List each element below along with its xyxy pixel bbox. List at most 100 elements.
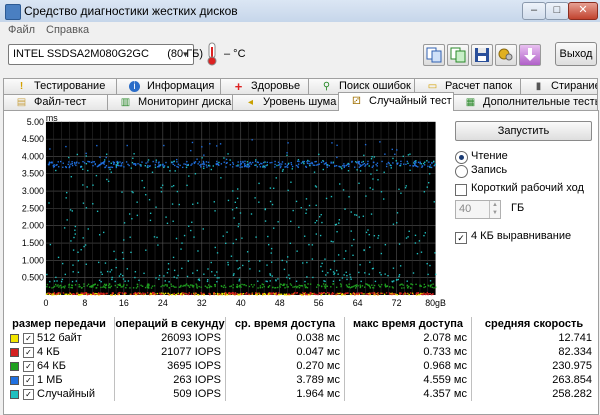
point-random bbox=[103, 159, 106, 161]
point-64kb bbox=[241, 283, 243, 286]
point-4kb bbox=[432, 293, 434, 295]
write-radio[interactable] bbox=[455, 165, 468, 178]
point-1mb bbox=[316, 164, 318, 166]
point-64kb bbox=[340, 285, 342, 288]
tab-random-access[interactable]: ⚂ Случайный тест bbox=[338, 92, 454, 111]
point-64kb bbox=[403, 287, 405, 289]
point-512b bbox=[45, 293, 48, 295]
options-button[interactable] bbox=[495, 44, 517, 66]
point-random bbox=[415, 160, 417, 162]
point-random bbox=[402, 155, 404, 158]
point-4kb bbox=[173, 292, 176, 295]
tab-info[interactable]: i Информация bbox=[116, 78, 222, 94]
point-1mb bbox=[239, 164, 242, 166]
x-tick-label: 48 bbox=[275, 298, 285, 308]
menu-help[interactable]: Справка bbox=[46, 24, 89, 36]
point-1mb bbox=[183, 163, 185, 165]
point-4kb bbox=[385, 292, 388, 294]
point-random bbox=[368, 165, 370, 167]
series-checkbox[interactable]: ✓ bbox=[23, 346, 34, 358]
series-checkbox[interactable]: ✓ bbox=[23, 360, 34, 372]
point-1mb bbox=[320, 161, 323, 164]
tab-noise-level[interactable]: ◂ Уровень шума bbox=[232, 94, 340, 110]
download-button[interactable] bbox=[519, 44, 541, 66]
point-1mb bbox=[141, 161, 143, 163]
point-64kb bbox=[325, 285, 327, 287]
read-radio[interactable] bbox=[455, 151, 468, 164]
point-64kb bbox=[429, 286, 432, 288]
point-random bbox=[413, 162, 415, 164]
point-1mb bbox=[287, 142, 289, 144]
series-checkbox[interactable]: ✓ bbox=[23, 388, 34, 400]
point-1mb bbox=[290, 163, 293, 166]
point-4kb bbox=[146, 292, 149, 294]
point-random bbox=[87, 228, 89, 230]
point-random bbox=[208, 164, 210, 167]
point-random bbox=[369, 261, 371, 263]
maximize-button[interactable]: □ bbox=[545, 2, 569, 20]
point-64kb bbox=[250, 283, 253, 286]
tab-erase[interactable]: ▮ Стирание bbox=[520, 78, 598, 94]
menu-file[interactable]: Файл bbox=[8, 24, 35, 36]
point-random bbox=[399, 164, 402, 167]
short-stroke-checkbox[interactable] bbox=[455, 184, 467, 196]
avg-speed-cell: 12.741 bbox=[558, 332, 592, 344]
tab-health[interactable]: + Здоровье bbox=[220, 78, 310, 94]
point-random bbox=[101, 273, 103, 275]
copy-text-button[interactable] bbox=[423, 44, 445, 66]
exit-button[interactable]: Выход bbox=[555, 42, 597, 66]
point-512b bbox=[239, 293, 241, 295]
point-64kb bbox=[83, 285, 85, 287]
point-1mb bbox=[291, 165, 294, 168]
point-random bbox=[149, 212, 152, 214]
point-4kb bbox=[294, 291, 296, 294]
point-64kb bbox=[261, 283, 263, 285]
tab-label: Случайный тест bbox=[369, 95, 452, 107]
point-random bbox=[290, 181, 292, 183]
tab-disk-monitor[interactable]: ▥ Мониторинг диска bbox=[107, 94, 234, 110]
short-stroke-size-input[interactable]: 40 ▲ ▼ bbox=[455, 200, 501, 219]
point-random bbox=[238, 267, 241, 269]
point-64kb bbox=[419, 284, 421, 286]
point-64kb bbox=[368, 284, 370, 286]
point-1mb bbox=[120, 163, 123, 165]
series-color-swatch bbox=[10, 347, 19, 357]
point-1mb bbox=[108, 160, 110, 163]
series-checkbox[interactable]: ✓ bbox=[23, 332, 34, 344]
point-1mb bbox=[364, 165, 366, 167]
align-4k-checkbox[interactable]: ✓ bbox=[455, 232, 467, 244]
tab-benchmark[interactable]: ! Тестирование bbox=[3, 78, 118, 94]
point-1mb bbox=[197, 163, 199, 165]
point-1mb bbox=[163, 165, 166, 167]
point-random bbox=[384, 244, 387, 246]
copy-screenshot-button[interactable] bbox=[447, 44, 469, 66]
point-random bbox=[155, 159, 158, 161]
point-1mb bbox=[157, 166, 159, 168]
point-1mb bbox=[300, 162, 303, 164]
close-button[interactable]: ✕ bbox=[568, 2, 598, 20]
point-random bbox=[163, 275, 165, 277]
point-512b bbox=[285, 293, 287, 295]
point-64kb bbox=[253, 284, 255, 286]
tab-file-benchmark[interactable]: ▤ Файл-тест bbox=[3, 94, 109, 110]
point-4kb bbox=[391, 293, 393, 296]
save-button[interactable] bbox=[471, 44, 493, 66]
point-random bbox=[55, 276, 57, 279]
point-random bbox=[281, 259, 283, 262]
point-1mb bbox=[75, 162, 78, 164]
minimize-button[interactable]: – bbox=[522, 2, 546, 20]
point-64kb bbox=[136, 286, 139, 288]
point-1mb bbox=[206, 166, 208, 168]
point-random bbox=[237, 225, 239, 228]
point-random bbox=[305, 212, 307, 214]
drive-select[interactable]: INTEL SSDSA2M080G2GC (80 ГБ) ▼ bbox=[8, 44, 203, 65]
spinner-arrows-icon[interactable]: ▲ ▼ bbox=[489, 201, 500, 218]
point-random bbox=[141, 179, 143, 182]
tab-extra-tests[interactable]: ▦ Дополнительные тесты bbox=[452, 94, 598, 110]
series-checkbox[interactable]: ✓ bbox=[23, 374, 34, 386]
point-1mb bbox=[219, 143, 222, 145]
start-button[interactable]: Запустить bbox=[455, 121, 592, 141]
point-random bbox=[373, 156, 376, 158]
point-random bbox=[306, 261, 308, 264]
point-1mb bbox=[421, 166, 423, 168]
